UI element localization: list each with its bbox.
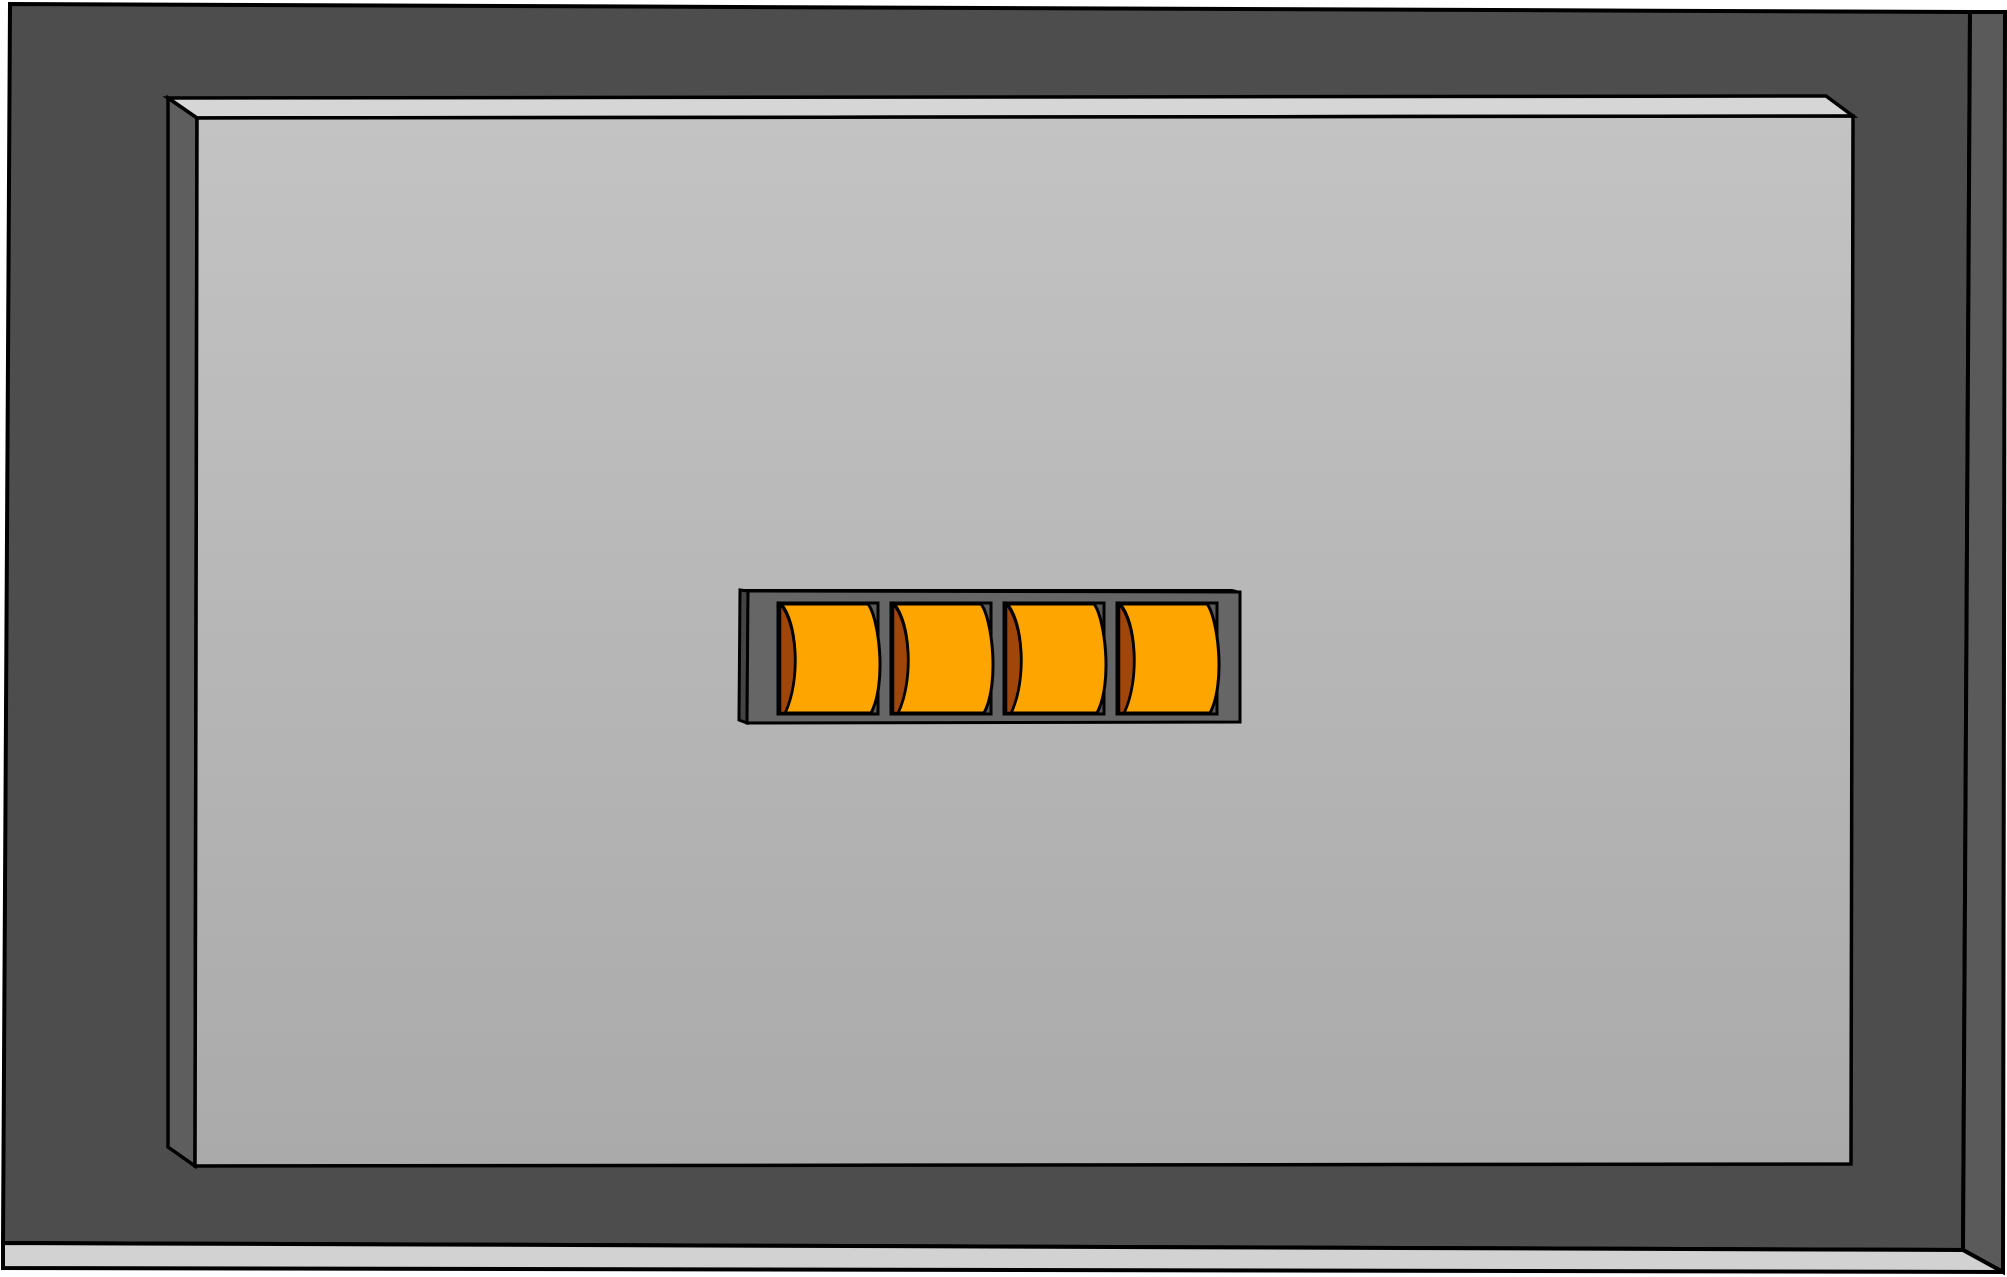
lock-dial-1[interactable] (776, 600, 882, 716)
lock-dial-4[interactable] (1115, 600, 1221, 716)
safe-scene (0, 1, 2007, 1276)
combination-lock (737, 588, 1242, 726)
inner-panel-left-bevel (166, 94, 199, 1170)
outer-frame-right-side (1960, 10, 2007, 1276)
lock-dial-3[interactable] (1002, 600, 1108, 716)
outer-frame-bottom-edge (1, 1240, 2004, 1274)
lock-dial-2[interactable] (889, 600, 995, 716)
